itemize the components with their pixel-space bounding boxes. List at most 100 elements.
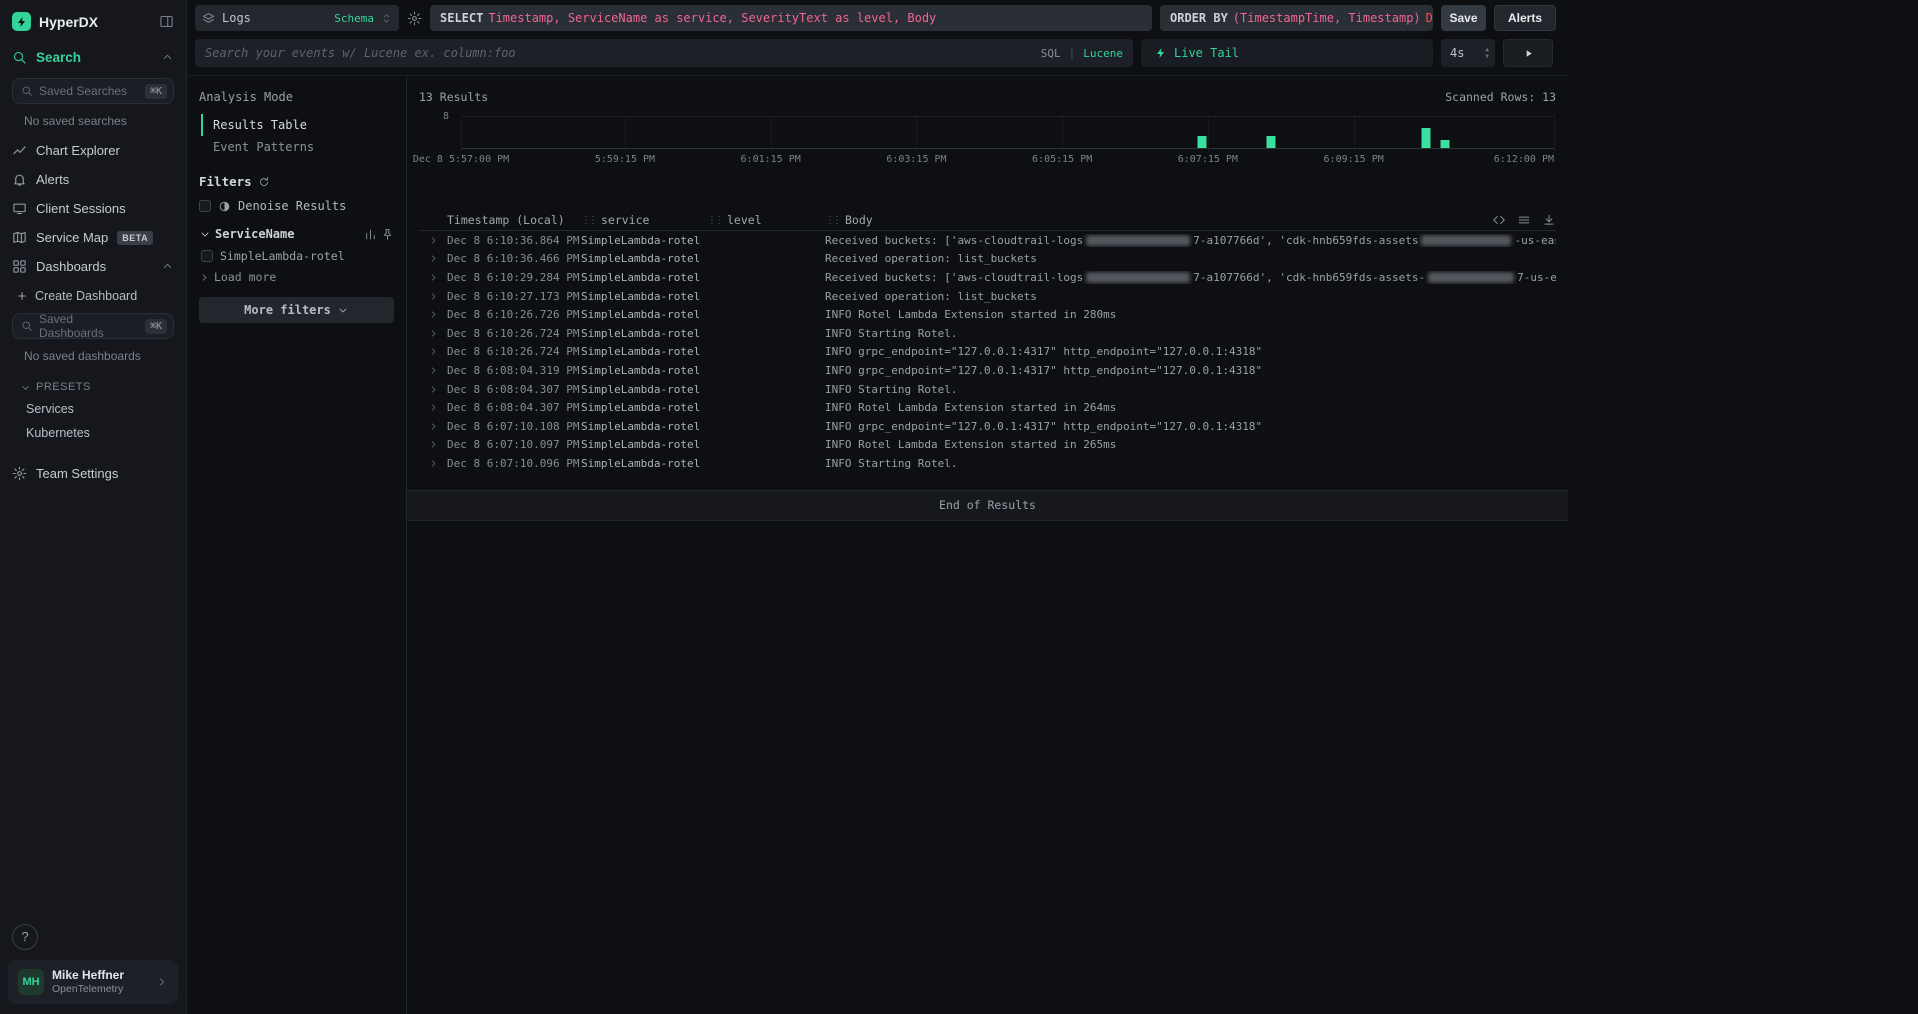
language-divider: | [1069, 47, 1076, 60]
run-query-button[interactable] [1503, 39, 1553, 67]
sidebar-item-service-map[interactable]: Service Map BETA [0, 223, 186, 252]
create-dashboard-button[interactable]: Create Dashboard [0, 281, 186, 309]
grid-icon [12, 259, 27, 274]
expand-row-icon[interactable] [428, 402, 439, 413]
stepper-arrows[interactable]: ▲▼ [1485, 47, 1489, 60]
source-select[interactable]: Logs Schema [195, 5, 399, 31]
pin-icon[interactable] [381, 228, 394, 241]
row-timestamp: Dec 8 6:10:36.864 PM [447, 234, 581, 247]
row-body: INFO grpc_endpoint="127.0.0.1:4317" http… [825, 420, 1556, 433]
table-row[interactable]: Dec 8 6:10:27.173 PM SimpleLambda-rotel … [419, 287, 1556, 306]
expand-row-icon[interactable] [428, 309, 439, 320]
saved-dashboards-input[interactable]: Saved Dashboards ⌘K [12, 313, 174, 339]
mode-event-patterns[interactable]: Event Patterns [201, 136, 394, 158]
schema-link[interactable]: Schema [334, 12, 374, 25]
table-row[interactable]: Dec 8 6:07:10.097 PM SimpleLambda-rotel … [419, 436, 1556, 455]
lightning-bolt-icon [1155, 47, 1167, 59]
table-row[interactable]: Dec 8 6:10:29.284 PM SimpleLambda-rotel … [419, 268, 1556, 287]
histogram-bar[interactable] [1198, 136, 1207, 148]
column-drag-handle[interactable]: ⋮⋮ [707, 215, 721, 226]
expand-row-icon[interactable] [428, 384, 439, 395]
search-icon [21, 320, 33, 332]
row-density-icon[interactable] [1517, 213, 1531, 227]
denoise-checkbox[interactable] [199, 200, 211, 212]
saved-searches-input[interactable]: Saved Searches ⌘K [12, 78, 174, 104]
brand-row: HyperDX [0, 0, 186, 41]
expand-row-icon[interactable] [428, 421, 439, 432]
column-drag-handle[interactable]: ⋮⋮ [581, 215, 595, 226]
sidebar-item-team-settings[interactable]: Team Settings [0, 459, 186, 488]
table-row[interactable]: Dec 8 6:10:26.724 PM SimpleLambda-rotel … [419, 343, 1556, 362]
bar-chart-icon[interactable] [364, 228, 377, 241]
refresh-icon[interactable] [258, 176, 270, 188]
table-row[interactable]: Dec 8 6:07:10.096 PM SimpleLambda-rotel … [419, 454, 1556, 473]
select-query-input[interactable]: SELECT Timestamp, ServiceName as service… [430, 5, 1152, 31]
column-drag-handle[interactable]: ⋮⋮ [825, 215, 839, 226]
column-header-service[interactable]: ⋮⋮service [581, 213, 707, 227]
nav-label: Team Settings [36, 466, 118, 481]
presets-toggle[interactable]: PRESETS [0, 371, 186, 397]
facet-value-row[interactable]: SimpleLambda-rotel [199, 249, 394, 263]
user-menu[interactable]: MH Mike Heffner OpenTelemetry [8, 960, 178, 1004]
event-search-input[interactable]: Search your events w/ Lucene ex. column:… [195, 39, 1133, 67]
expand-row-icon[interactable] [428, 328, 439, 339]
table-row[interactable]: Dec 8 6:10:26.724 PM SimpleLambda-rotel … [419, 324, 1556, 343]
orderby-query-input[interactable]: ORDER BY (TimestampTime, Timestamp) DESC [1160, 5, 1433, 31]
histogram-bar[interactable] [1440, 140, 1449, 148]
source-value: Logs [222, 11, 251, 25]
histogram-bar[interactable] [1422, 128, 1431, 148]
sidebar-item-alerts[interactable]: Alerts [0, 165, 186, 194]
table-row[interactable]: Dec 8 6:10:36.466 PM SimpleLambda-rotel … [419, 250, 1556, 269]
live-tail-button[interactable]: Live Tail [1141, 39, 1433, 67]
refresh-interval-stepper[interactable]: 4s ▲▼ [1441, 39, 1495, 67]
mode-results-table[interactable]: Results Table [201, 114, 394, 136]
alerts-button[interactable]: Alerts [1494, 5, 1556, 31]
row-service: SimpleLambda-rotel [581, 327, 707, 340]
chevron-down-icon [199, 228, 211, 240]
facet-servicename[interactable]: ServiceName [199, 227, 394, 241]
expand-row-icon[interactable] [428, 346, 439, 357]
code-view-icon[interactable] [1492, 213, 1506, 227]
sql-toggle[interactable]: SQL [1041, 47, 1061, 60]
facet-value-checkbox[interactable] [201, 250, 213, 262]
table-row[interactable]: Dec 8 6:10:36.864 PM SimpleLambda-rotel … [419, 231, 1556, 250]
source-settings-gear-icon[interactable] [407, 11, 422, 26]
expand-row-icon[interactable] [428, 235, 439, 246]
more-filters-button[interactable]: More filters [199, 297, 394, 323]
expand-row-icon[interactable] [428, 458, 439, 469]
expand-row-icon[interactable] [428, 439, 439, 450]
download-icon[interactable] [1542, 213, 1556, 227]
sidebar-item-dashboards[interactable]: Dashboards [0, 252, 186, 281]
save-button[interactable]: Save [1441, 5, 1486, 31]
expand-row-icon[interactable] [428, 272, 439, 283]
column-header-timestamp[interactable]: Timestamp (Local) [447, 213, 581, 227]
sidebar-item-search[interactable]: Search [0, 41, 186, 74]
expand-row-icon[interactable] [428, 291, 439, 302]
scanned-rows: Scanned Rows: 13 [1445, 90, 1556, 104]
row-service: SimpleLambda-rotel [581, 308, 707, 321]
preset-services[interactable]: Services [0, 397, 186, 421]
help-button[interactable]: ? [12, 924, 38, 950]
collapse-sidebar-icon[interactable] [159, 14, 174, 29]
nav-label: Dashboards [36, 259, 106, 274]
column-header-level[interactable]: ⋮⋮level [707, 213, 825, 227]
table-row[interactable]: Dec 8 6:08:04.307 PM SimpleLambda-rotel … [419, 380, 1556, 399]
table-row[interactable]: Dec 8 6:08:04.319 PM SimpleLambda-rotel … [419, 361, 1556, 380]
sidebar-item-client-sessions[interactable]: Client Sessions [0, 194, 186, 223]
bell-icon [12, 172, 27, 187]
table-row[interactable]: Dec 8 6:10:26.726 PM SimpleLambda-rotel … [419, 305, 1556, 324]
row-timestamp: Dec 8 6:08:04.307 PM [447, 401, 581, 414]
expand-row-icon[interactable] [428, 365, 439, 376]
lucene-toggle[interactable]: Lucene [1083, 47, 1123, 60]
table-row[interactable]: Dec 8 6:08:04.307 PM SimpleLambda-rotel … [419, 398, 1556, 417]
preset-kubernetes[interactable]: Kubernetes [0, 421, 186, 445]
load-more-button[interactable]: Load more [199, 270, 394, 284]
denoise-results-option[interactable]: Denoise Results [199, 199, 394, 213]
hyperdx-logo-icon [12, 12, 31, 31]
sidebar-item-chart-explorer[interactable]: Chart Explorer [0, 136, 186, 165]
expand-row-icon[interactable] [428, 253, 439, 264]
histogram-bar[interactable] [1266, 136, 1275, 148]
column-header-body[interactable]: ⋮⋮Body [825, 213, 1556, 227]
table-row[interactable]: Dec 8 6:07:10.108 PM SimpleLambda-rotel … [419, 417, 1556, 436]
filters-panel: Analysis Mode Results Table Event Patter… [187, 76, 407, 1014]
